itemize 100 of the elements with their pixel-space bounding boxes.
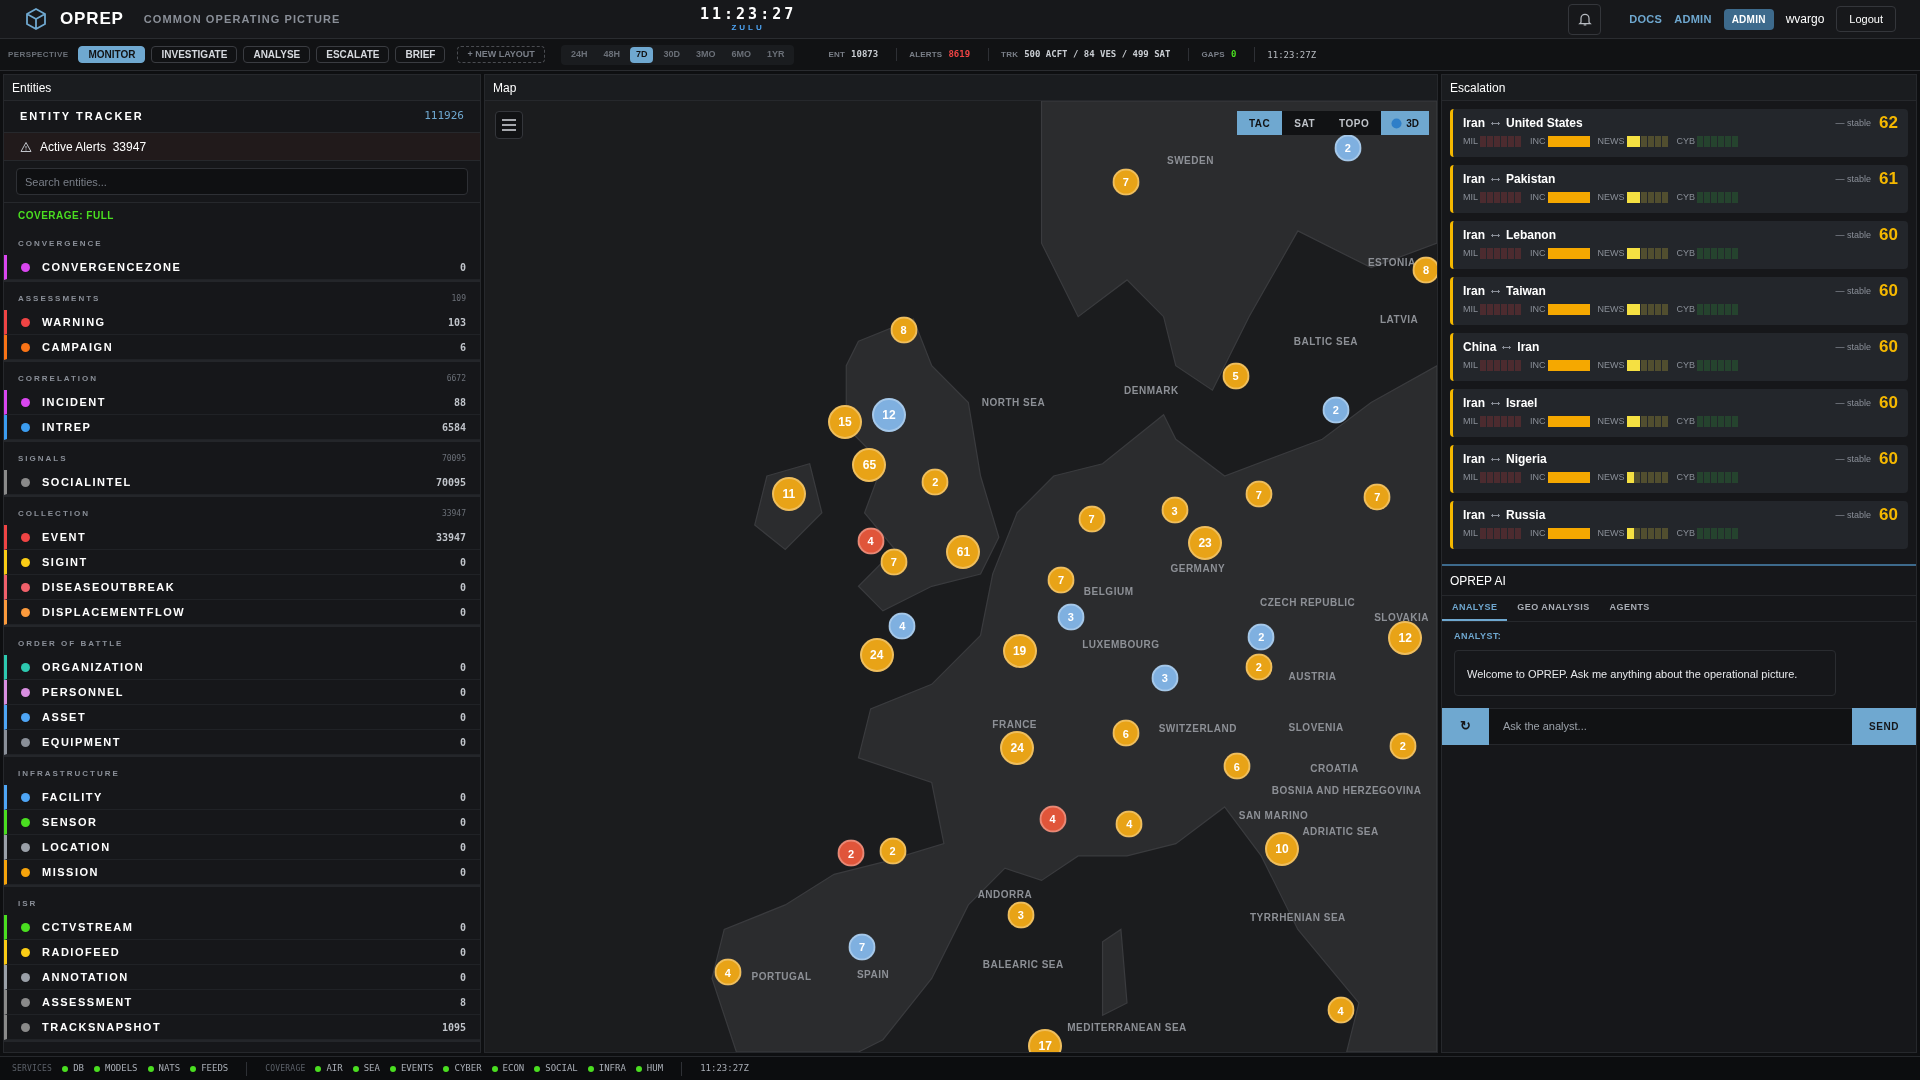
cube-logo-icon xyxy=(24,7,48,31)
entity-type-label: ORGANIZATION xyxy=(42,659,145,675)
ai-tab[interactable]: GEO ANALYSIS xyxy=(1507,596,1600,621)
send-button[interactable]: SEND xyxy=(1852,707,1916,745)
reset-button[interactable]: ↻ xyxy=(1442,707,1489,745)
entity-row[interactable]: LOCATION 0 xyxy=(4,835,480,860)
section-total: 70095 xyxy=(441,453,466,465)
place-label: TYRRHENIAN SEA xyxy=(1249,910,1346,925)
entity-count: 0 xyxy=(459,710,466,725)
bell-icon xyxy=(1576,11,1593,27)
entity-count: 0 xyxy=(459,920,466,935)
map-layer-tab[interactable]: TOPO xyxy=(1327,111,1382,135)
ai-tab[interactable]: ANALYSE xyxy=(1442,596,1508,621)
escalation-card[interactable]: China Iran MIL INC NEWS CYB — stable 60 xyxy=(1450,333,1908,381)
entity-type-label: SENSOR xyxy=(42,814,98,830)
place-label: CZECH REPUBLIC xyxy=(1259,595,1356,610)
escalation-card[interactable]: Iran Israel MIL INC NEWS CYB — stable 60 xyxy=(1450,389,1908,437)
perspective-tab[interactable]: ANALYSE xyxy=(243,46,311,63)
country-name: Iran xyxy=(1463,227,1485,244)
entity-row[interactable]: EVENT 33947 xyxy=(4,525,480,550)
entity-row[interactable]: RADIOFEED 0 xyxy=(4,940,480,965)
metric-label: MIL xyxy=(1463,471,1478,484)
trend-label: — stable xyxy=(1835,117,1872,130)
country-name: Iran xyxy=(1463,451,1485,468)
metric-label: NEWS xyxy=(1597,359,1625,372)
perspective-tab[interactable]: INVESTIGATE xyxy=(151,46,238,63)
metric-label: CYB xyxy=(1676,471,1696,484)
search-field[interactable]: Search entities... xyxy=(16,168,468,195)
escalation-card[interactable]: Iran Lebanon MIL INC NEWS CYB — stable 60 xyxy=(1450,221,1908,269)
metric-label: CYB xyxy=(1676,247,1696,260)
entity-row[interactable]: INCIDENT 88 xyxy=(4,390,480,415)
chat-input[interactable]: Ask the analyst... xyxy=(1489,707,1852,745)
entity-row[interactable]: SOCIALINTEL 70095 xyxy=(4,470,480,495)
place-label: NORTH SEA xyxy=(981,395,1046,410)
logout-button[interactable]: Logout xyxy=(1836,5,1896,33)
ai-tab[interactable]: AGENTS xyxy=(1599,596,1660,621)
entity-row[interactable]: TRACKSNAPSHOT 1095 xyxy=(4,1015,480,1040)
country-name: Iran xyxy=(1517,339,1540,356)
escalation-card[interactable]: Iran Nigeria MIL INC NEWS CYB — stable 60 xyxy=(1450,445,1908,493)
entity-type-label: EQUIPMENT xyxy=(42,734,121,750)
nav-link[interactable]: DOCS xyxy=(1629,10,1663,28)
entity-row[interactable]: CCTVSTREAM 0 xyxy=(4,915,480,940)
place-label: BOSNIA AND HERZEGOVINA xyxy=(1271,783,1422,798)
new-layout-button[interactable]: + NEW LAYOUT xyxy=(457,46,545,63)
section-heading: ORDER OF BATTLE xyxy=(18,638,124,650)
notifications-button[interactable] xyxy=(1568,3,1602,35)
escalation-card[interactable]: Iran United States MIL INC NEWS CYB — stable 62 xyxy=(1450,109,1908,157)
entity-row[interactable]: ASSET 0 xyxy=(4,705,480,730)
time-range-tab[interactable]: 7D xyxy=(629,46,654,63)
section-total: 33947 xyxy=(441,508,466,520)
metric-label: CYB xyxy=(1676,415,1696,428)
place-label: ANDORRA xyxy=(977,887,1033,902)
escalation-card[interactable]: Iran Russia MIL INC NEWS CYB — stable 60 xyxy=(1450,501,1908,549)
trend-label: — stable xyxy=(1835,453,1872,466)
cluster-marker[interactable]: 2 xyxy=(837,839,865,867)
entity-type-label: PERSONNEL xyxy=(42,684,124,700)
entity-row[interactable]: DISEASEOUTBREAK 0 xyxy=(4,575,480,600)
metric-label: MIL xyxy=(1463,359,1478,372)
menu-button[interactable] xyxy=(495,111,523,139)
metric-label: INC xyxy=(1530,247,1546,260)
entity-row[interactable]: ANNOTATION 0 xyxy=(4,965,480,990)
entity-row[interactable]: SENSOR 0 xyxy=(4,810,480,835)
double-arrow-icon xyxy=(1491,120,1500,126)
chat-message: Welcome to OPREP. Ask me anything about the operational picture. xyxy=(1454,649,1836,696)
nav-link[interactable]: ADMIN xyxy=(1674,10,1712,28)
cluster-marker[interactable]: 4 xyxy=(857,527,885,555)
trend-label: — stable xyxy=(1835,173,1872,186)
time-range-tab[interactable]: 3MO xyxy=(689,46,722,63)
escalation-card[interactable]: Iran Pakistan MIL INC NEWS CYB — stable 61 xyxy=(1450,165,1908,213)
stat-value: 8619 xyxy=(948,47,971,61)
perspective-tab[interactable]: BRIEF xyxy=(395,46,446,63)
entity-row[interactable]: INTREP 6584 xyxy=(4,415,480,440)
escalation-card[interactable]: Iran Taiwan MIL INC NEWS CYB — stable 60 xyxy=(1450,277,1908,325)
trend-label: — stable xyxy=(1835,397,1872,410)
stat-value: 10873 xyxy=(851,47,879,61)
entity-row[interactable]: FACILITY 0 xyxy=(4,785,480,810)
entity-row[interactable]: SIGINT 0 xyxy=(4,550,480,575)
coverage-status: COVERAGE: FULL xyxy=(18,208,114,223)
map-layer-tab[interactable]: SAT xyxy=(1282,111,1328,135)
map-3d-toggle[interactable]: 3D xyxy=(1381,111,1429,135)
entity-row[interactable]: DISPLACEMENTFLOW 0 xyxy=(4,600,480,625)
entity-row[interactable]: CAMPAIGN 6 xyxy=(4,335,480,360)
escalation-score: 60 xyxy=(1879,394,1898,411)
entity-row[interactable]: ORGANIZATION 0 xyxy=(4,655,480,680)
entity-row[interactable]: EQUIPMENT 0 xyxy=(4,730,480,755)
entity-row[interactable]: PERSONNEL 0 xyxy=(4,680,480,705)
entity-row[interactable]: CONVERGENCEZONE 0 xyxy=(4,255,480,280)
place-label: LUXEMBOURG xyxy=(1082,637,1160,652)
metric-label: INC xyxy=(1530,415,1546,428)
entity-type-label: RADIOFEED xyxy=(42,944,121,960)
perspective-tab[interactable]: ESCALATE xyxy=(316,46,390,63)
perspective-tab[interactable]: MONITOR xyxy=(78,46,146,63)
entity-row[interactable]: WARNING 103 xyxy=(4,310,480,335)
status-item: ECON xyxy=(502,1061,525,1075)
entity-count: 0 xyxy=(459,945,466,960)
map-layer-tab[interactable]: TAC xyxy=(1236,111,1283,135)
perspective-label: PERSPECTIVE xyxy=(8,48,69,61)
stat-label: TRK xyxy=(1001,48,1019,61)
entity-row[interactable]: ASSESSMENT 8 xyxy=(4,990,480,1015)
entity-row[interactable]: MISSION 0 xyxy=(4,860,480,885)
